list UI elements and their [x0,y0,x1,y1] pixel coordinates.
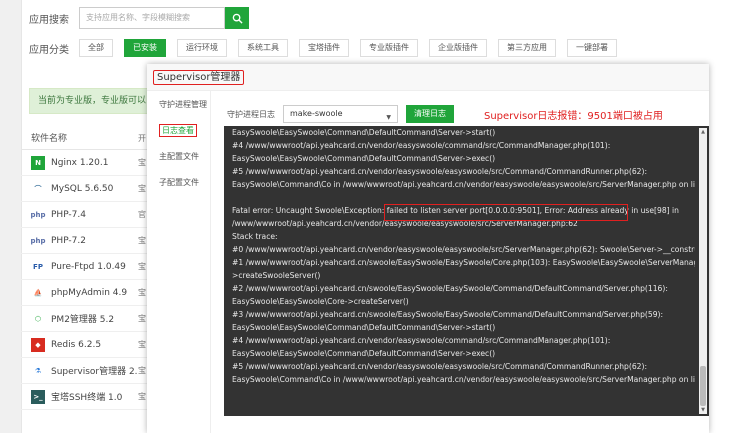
supervisor-modal: Supervisor管理器 守护进程管理日志查看主配置文件子配置文件 守护进程日… [147,64,709,433]
modal-side-label: 子配置文件 [159,178,199,187]
software-row[interactable]: php PHP-7.2 宝 [21,228,150,254]
search-row: 应用搜索 支持应用名称、字段模糊搜索 [29,6,249,30]
software-name-header: 软件名称 [31,134,68,144]
log-scrollbar[interactable]: ▲ ▼ [699,128,707,414]
search-icon [232,13,243,24]
edition-notice: 当前为专业版，专业版可以 [29,88,149,114]
mysql-icon: ⌒ [34,184,42,193]
modal-side-item[interactable]: 日志查看 [147,119,210,143]
software-row[interactable]: ⌒ MySQL 5.6.50 宝 [21,176,150,202]
modal-side-item[interactable]: 子配置文件 [147,171,210,195]
log-process-select[interactable]: make-swoole ▼ [283,105,398,123]
log-line: #1 /www/wwwroot/api.yeahcard.cn/swoole/E… [232,258,695,267]
category-label: 应用分类 [29,44,69,56]
software-row[interactable]: ⬡ PM2管理器 5.2 宝 [21,306,150,332]
log-select-value: make-swoole [290,109,343,118]
log-line: Stack trace: [232,232,278,241]
modal-sidebar: 守护进程管理日志查看主配置文件子配置文件 [147,91,211,433]
modal-side-item[interactable]: 主配置文件 [147,145,210,169]
software-name: PM2管理器 5.2 [51,315,115,325]
log-line: EasySwoole\Command\Co in /www/wwwroot/ap… [232,375,695,384]
search-input[interactable]: 支持应用名称、字段模糊搜索 [79,7,225,29]
log-line: #0 /www/wwwroot/api.yeahcard.cn/vendor/e… [232,245,695,254]
scroll-down-icon[interactable]: ▼ [699,406,707,414]
log-line: #3 /www/wwwroot/api.yeahcard.cn/swoole/E… [232,310,664,319]
modal-side-label: 守护进程管理 [159,100,207,109]
software-table-header: 软件名称 开 [21,128,150,150]
log-line: EasySwoole\EasySwoole\Command\DefaultCom… [232,128,496,137]
software-table: 软件名称 开 N Nginx 1.20.1 宝 ⌒ MySQL 5.6.50 宝 php PH… [21,128,150,410]
scroll-thumb[interactable] [700,366,706,406]
software-name: Redis 6.2.5 [51,339,102,350]
category-list: 全部 已安装 运行环境 系统工具 宝塔插件 专业版插件 企业版插件 第三方应用 一键部署 [79,39,628,57]
search-button[interactable] [225,7,249,29]
category-button[interactable]: 企业版插件 [429,39,487,57]
software-name: MySQL 5.6.50 [51,183,114,194]
software-row[interactable]: >_ 宝塔SSH终端 1.0 宝 [21,384,150,410]
modal-side-label: 日志查看 [159,124,197,137]
software-name: PHP-7.4 [51,209,86,220]
scroll-up-icon[interactable]: ▲ [699,128,707,136]
log-line: #2 /www/wwwroot/api.yeahcard.cn/swoole/E… [232,284,668,293]
log-output[interactable]: EasySwoole\EasySwoole\Command\DefaultCom… [224,126,709,416]
software-name: 宝塔SSH终端 1.0 [51,393,123,403]
php-icon: php [30,236,46,245]
software-row[interactable]: ⚗ Supervisor管理器 2.2 宝 [21,358,150,384]
nginx-icon: N [31,155,45,170]
ftp-icon: FP [33,262,43,271]
category-button[interactable]: 全部 [79,39,113,57]
category-button[interactable]: 运行环境 [177,39,227,57]
software-name: Nginx 1.20.1 [51,157,109,168]
pm2-icon: ⬡ [34,314,42,323]
error-annotation: Supervisor日志报错：9501端口被占用 [484,110,663,122]
log-toolbar: 守护进程日志 make-swoole ▼ 清理日志 Supervisor日志报错… [227,104,663,124]
log-line: EasySwoole\EasySwoole\Command\DefaultCom… [232,154,496,163]
category-button[interactable]: 系统工具 [238,39,288,57]
php-icon: php [30,210,46,219]
log-select-label: 守护进程日志 [227,109,275,119]
modal-side-label: 主配置文件 [159,152,199,161]
log-line: #4 /www/wwwroot/api.yeahcard.cn/vendor/e… [232,336,611,345]
terminal-icon: >_ [31,389,45,404]
software-name: Pure-Ftpd 1.0.49 [51,261,126,272]
software-row[interactable]: php PHP-7.4 官 [21,202,150,228]
software-row[interactable]: N Nginx 1.20.1 宝 [21,150,150,176]
category-button[interactable]: 宝塔插件 [299,39,349,57]
software-row[interactable]: ◆ Redis 6.2.5 宝 [21,332,150,358]
supervisor-icon: ⚗ [34,366,42,375]
log-line: >createSwooleServer() [232,271,321,280]
category-button[interactable]: 一键部署 [567,39,617,57]
log-line: EasySwoole\EasySwoole\Core->createServer… [232,297,409,306]
log-line: #5 /www/wwwroot/api.yeahcard.cn/vendor/e… [232,167,648,176]
category-button[interactable]: 专业版插件 [360,39,418,57]
modal-title-bar: Supervisor管理器 [147,64,709,91]
log-line: #5 /www/wwwroot/api.yeahcard.cn/vendor/e… [232,362,648,371]
log-line: #4 /www/wwwroot/api.yeahcard.cn/vendor/e… [232,141,611,150]
phpmyadmin-icon: ⛵ [33,288,43,297]
error-highlight-box [384,204,628,221]
modal-side-item[interactable]: 守护进程管理 [147,93,210,117]
category-button[interactable]: 第三方应用 [498,39,556,57]
clear-log-button[interactable]: 清理日志 [406,105,454,123]
category-row: 应用分类 全部 已安装 运行环境 系统工具 宝塔插件 专业版插件 企业版插件 第三方应用 一键部… [29,38,628,58]
software-name: PHP-7.2 [51,235,86,246]
log-line: EasySwoole\Command\Co in /www/wwwroot/ap… [232,180,695,189]
search-label: 应用搜索 [29,14,69,26]
software-name: phpMyAdmin 4.9 [51,287,128,298]
redis-icon: ◆ [31,337,45,352]
chevron-down-icon: ▼ [386,114,391,121]
log-line: EasySwoole\EasySwoole\Command\DefaultCom… [232,323,496,332]
software-row[interactable]: FP Pure-Ftpd 1.0.49 宝 [21,254,150,280]
software-name: Supervisor管理器 2.2 [51,367,138,377]
category-button[interactable]: 已安装 [124,39,166,57]
log-line: EasySwoole\EasySwoole\Command\DefaultCom… [232,349,496,358]
modal-title: Supervisor管理器 [153,70,245,85]
software-row[interactable]: ⛵ phpMyAdmin 4.9 宝 [21,280,150,306]
